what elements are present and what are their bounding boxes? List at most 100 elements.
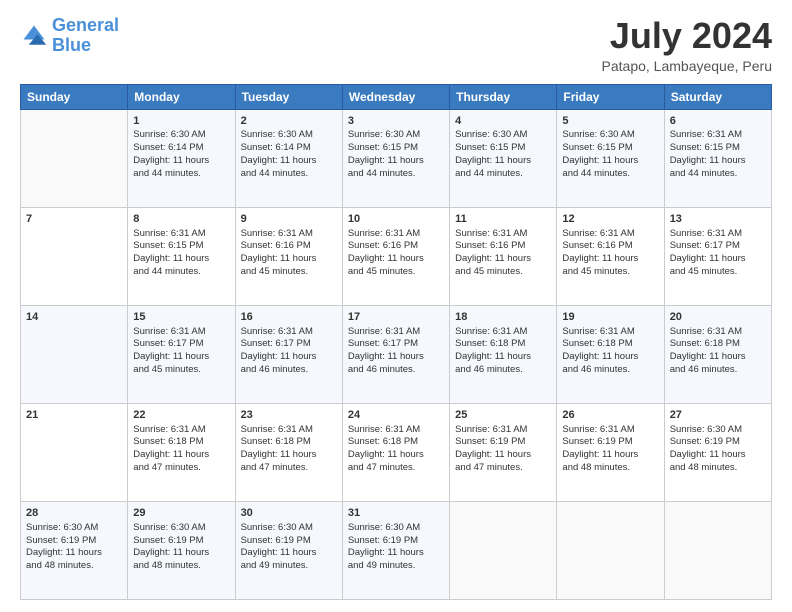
day-info: Sunrise: 6:31 AMSunset: 6:18 PMDaylight:… [241, 424, 337, 475]
calendar-week-4: 2122Sunrise: 6:31 AMSunset: 6:18 PMDayli… [21, 403, 772, 501]
calendar-week-3: 1415Sunrise: 6:31 AMSunset: 6:17 PMDayli… [21, 305, 772, 403]
header-wednesday: Wednesday [342, 84, 449, 109]
logo-icon [20, 22, 48, 50]
day-info: Sunrise: 6:31 AMSunset: 6:17 PMDaylight:… [670, 228, 766, 279]
day-number: 19 [562, 310, 658, 325]
day-number: 3 [348, 114, 444, 129]
calendar-header: Sunday Monday Tuesday Wednesday Thursday… [21, 84, 772, 109]
day-number: 8 [133, 212, 229, 227]
day-number: 6 [670, 114, 766, 129]
day-info: Sunrise: 6:30 AMSunset: 6:15 PMDaylight:… [455, 129, 551, 180]
day-number: 26 [562, 408, 658, 423]
calendar-cell [450, 501, 557, 599]
day-info: Sunrise: 6:31 AMSunset: 6:18 PMDaylight:… [455, 326, 551, 377]
day-number: 20 [670, 310, 766, 325]
calendar-cell: 1Sunrise: 6:30 AMSunset: 6:14 PMDaylight… [128, 109, 235, 207]
calendar-cell: 12Sunrise: 6:31 AMSunset: 6:16 PMDayligh… [557, 207, 664, 305]
day-info: Sunrise: 6:30 AMSunset: 6:19 PMDaylight:… [670, 424, 766, 475]
calendar-cell [664, 501, 771, 599]
day-info: Sunrise: 6:31 AMSunset: 6:17 PMDaylight:… [133, 326, 229, 377]
calendar-cell: 17Sunrise: 6:31 AMSunset: 6:17 PMDayligh… [342, 305, 449, 403]
calendar-cell: 21 [21, 403, 128, 501]
day-number: 7 [26, 212, 122, 227]
logo-line1: General [52, 15, 119, 35]
calendar-week-1: 1Sunrise: 6:30 AMSunset: 6:14 PMDaylight… [21, 109, 772, 207]
day-number: 24 [348, 408, 444, 423]
subtitle: Patapo, Lambayeque, Peru [602, 58, 772, 74]
day-number: 25 [455, 408, 551, 423]
day-number: 13 [670, 212, 766, 227]
day-info: Sunrise: 6:31 AMSunset: 6:18 PMDaylight:… [133, 424, 229, 475]
day-number: 27 [670, 408, 766, 423]
day-info: Sunrise: 6:30 AMSunset: 6:15 PMDaylight:… [562, 129, 658, 180]
logo: General Blue [20, 16, 119, 56]
day-number: 10 [348, 212, 444, 227]
header: General Blue July 2024 Patapo, Lambayequ… [20, 16, 772, 74]
day-info: Sunrise: 6:30 AMSunset: 6:19 PMDaylight:… [26, 522, 122, 573]
calendar-cell: 25Sunrise: 6:31 AMSunset: 6:19 PMDayligh… [450, 403, 557, 501]
calendar-cell: 19Sunrise: 6:31 AMSunset: 6:18 PMDayligh… [557, 305, 664, 403]
day-number: 30 [241, 506, 337, 521]
day-number: 11 [455, 212, 551, 227]
calendar-cell: 22Sunrise: 6:31 AMSunset: 6:18 PMDayligh… [128, 403, 235, 501]
day-info: Sunrise: 6:31 AMSunset: 6:18 PMDaylight:… [670, 326, 766, 377]
header-thursday: Thursday [450, 84, 557, 109]
calendar-cell: 8Sunrise: 6:31 AMSunset: 6:15 PMDaylight… [128, 207, 235, 305]
logo-text: General Blue [52, 16, 119, 56]
calendar-week-5: 28Sunrise: 6:30 AMSunset: 6:19 PMDayligh… [21, 501, 772, 599]
day-info: Sunrise: 6:31 AMSunset: 6:19 PMDaylight:… [455, 424, 551, 475]
day-number: 15 [133, 310, 229, 325]
calendar-cell: 13Sunrise: 6:31 AMSunset: 6:17 PMDayligh… [664, 207, 771, 305]
header-sunday: Sunday [21, 84, 128, 109]
calendar-cell: 31Sunrise: 6:30 AMSunset: 6:19 PMDayligh… [342, 501, 449, 599]
calendar-cell: 18Sunrise: 6:31 AMSunset: 6:18 PMDayligh… [450, 305, 557, 403]
page: General Blue July 2024 Patapo, Lambayequ… [0, 0, 792, 612]
header-friday: Friday [557, 84, 664, 109]
calendar-body: 1Sunrise: 6:30 AMSunset: 6:14 PMDaylight… [21, 109, 772, 599]
header-tuesday: Tuesday [235, 84, 342, 109]
day-info: Sunrise: 6:31 AMSunset: 6:16 PMDaylight:… [241, 228, 337, 279]
day-number: 1 [133, 114, 229, 129]
calendar-cell [21, 109, 128, 207]
day-info: Sunrise: 6:30 AMSunset: 6:14 PMDaylight:… [133, 129, 229, 180]
day-info: Sunrise: 6:30 AMSunset: 6:15 PMDaylight:… [348, 129, 444, 180]
day-info: Sunrise: 6:31 AMSunset: 6:16 PMDaylight:… [455, 228, 551, 279]
day-info: Sunrise: 6:30 AMSunset: 6:14 PMDaylight:… [241, 129, 337, 180]
header-monday: Monday [128, 84, 235, 109]
calendar-cell: 5Sunrise: 6:30 AMSunset: 6:15 PMDaylight… [557, 109, 664, 207]
day-number: 16 [241, 310, 337, 325]
main-title: July 2024 [602, 16, 772, 56]
calendar-cell: 11Sunrise: 6:31 AMSunset: 6:16 PMDayligh… [450, 207, 557, 305]
day-info: Sunrise: 6:31 AMSunset: 6:18 PMDaylight:… [562, 326, 658, 377]
day-info: Sunrise: 6:31 AMSunset: 6:16 PMDaylight:… [348, 228, 444, 279]
calendar-cell: 16Sunrise: 6:31 AMSunset: 6:17 PMDayligh… [235, 305, 342, 403]
day-number: 31 [348, 506, 444, 521]
day-number: 14 [26, 310, 122, 325]
calendar-cell: 30Sunrise: 6:30 AMSunset: 6:19 PMDayligh… [235, 501, 342, 599]
calendar-cell [557, 501, 664, 599]
day-number: 23 [241, 408, 337, 423]
day-info: Sunrise: 6:31 AMSunset: 6:19 PMDaylight:… [562, 424, 658, 475]
day-number: 5 [562, 114, 658, 129]
header-row: Sunday Monday Tuesday Wednesday Thursday… [21, 84, 772, 109]
calendar-week-2: 7 8Sunrise: 6:31 AMSunset: 6:15 PMDayligh… [21, 207, 772, 305]
day-info: Sunrise: 6:30 AMSunset: 6:19 PMDaylight:… [133, 522, 229, 573]
calendar-cell: 10Sunrise: 6:31 AMSunset: 6:16 PMDayligh… [342, 207, 449, 305]
day-number: 17 [348, 310, 444, 325]
calendar-cell: 3Sunrise: 6:30 AMSunset: 6:15 PMDaylight… [342, 109, 449, 207]
header-saturday: Saturday [664, 84, 771, 109]
day-number: 9 [241, 212, 337, 227]
day-info: Sunrise: 6:31 AMSunset: 6:17 PMDaylight:… [348, 326, 444, 377]
calendar-cell: 20Sunrise: 6:31 AMSunset: 6:18 PMDayligh… [664, 305, 771, 403]
day-info: Sunrise: 6:30 AMSunset: 6:19 PMDaylight:… [241, 522, 337, 573]
calendar-cell: 4Sunrise: 6:30 AMSunset: 6:15 PMDaylight… [450, 109, 557, 207]
day-info: Sunrise: 6:30 AMSunset: 6:19 PMDaylight:… [348, 522, 444, 573]
day-number: 22 [133, 408, 229, 423]
calendar-cell: 29Sunrise: 6:30 AMSunset: 6:19 PMDayligh… [128, 501, 235, 599]
calendar-cell: 9Sunrise: 6:31 AMSunset: 6:16 PMDaylight… [235, 207, 342, 305]
calendar-cell: 27Sunrise: 6:30 AMSunset: 6:19 PMDayligh… [664, 403, 771, 501]
day-info: Sunrise: 6:31 AMSunset: 6:18 PMDaylight:… [348, 424, 444, 475]
calendar-cell: 28Sunrise: 6:30 AMSunset: 6:19 PMDayligh… [21, 501, 128, 599]
day-number: 28 [26, 506, 122, 521]
day-number: 29 [133, 506, 229, 521]
